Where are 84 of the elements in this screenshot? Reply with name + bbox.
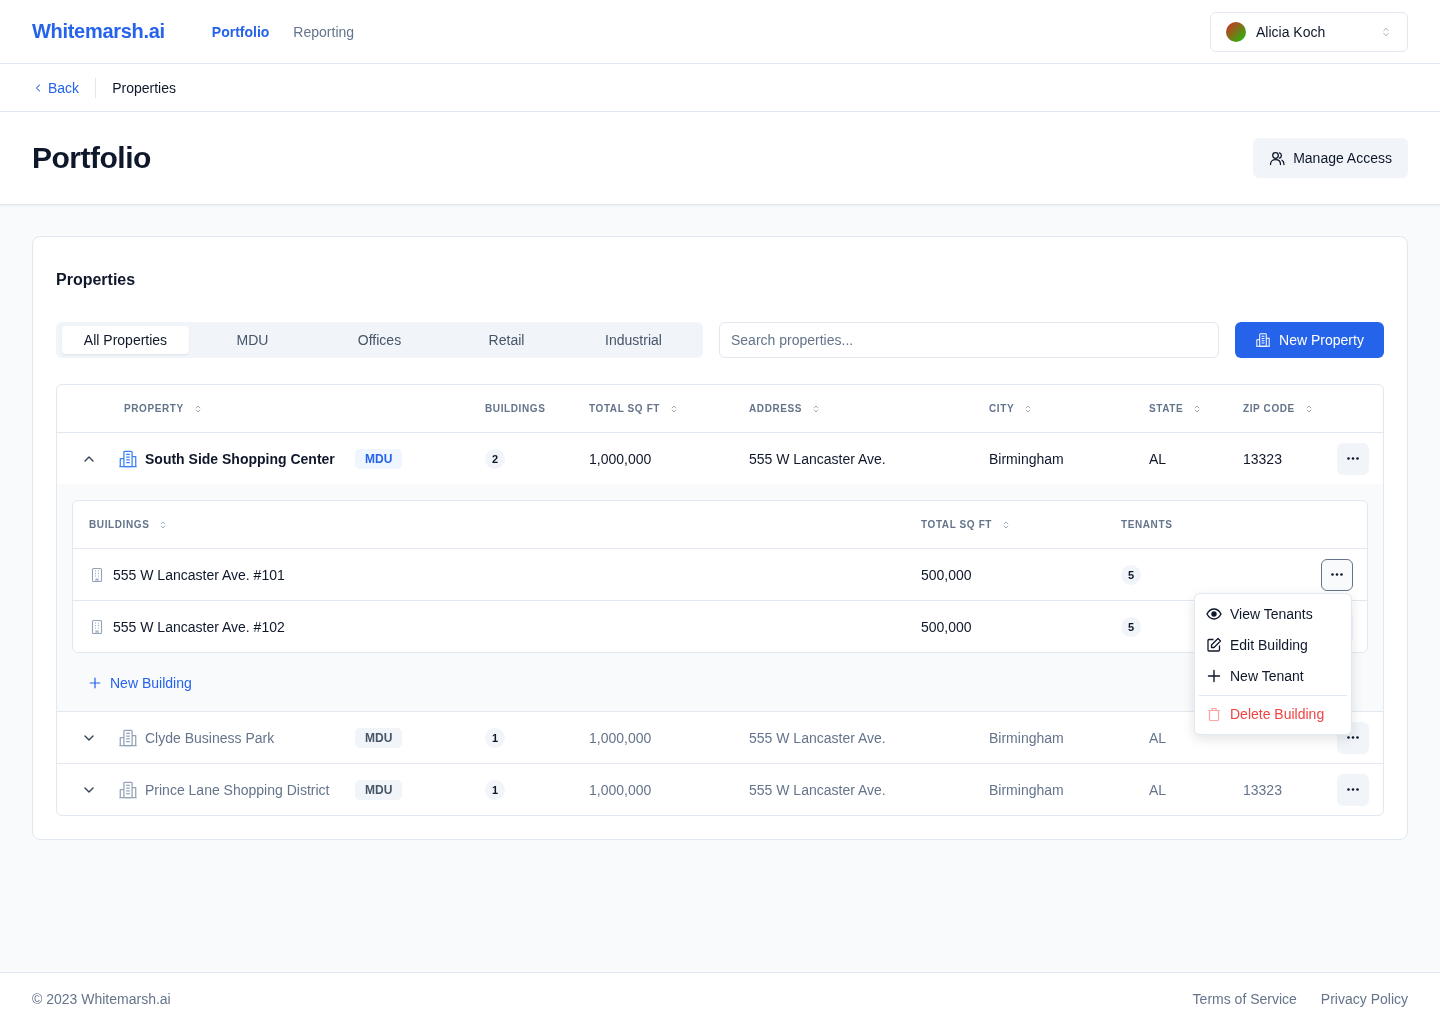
building-count: 2 (485, 448, 505, 469)
chevron-up-icon (84, 455, 94, 462)
table-cell-text: 555 W Lancaster Ave. (749, 450, 887, 467)
nav-link[interactable]: Portfolio (211, 23, 270, 40)
chevron-down-icon (84, 786, 94, 793)
column-label: ADDRESS (749, 403, 803, 414)
table-cell-text: 13323 (1243, 450, 1283, 467)
table-cell-text: 13323 (1243, 781, 1283, 798)
column-label: TOTAL SQ FT (921, 519, 993, 530)
column-label: TOTAL SQ FT (589, 403, 661, 414)
type-tag: MDU (355, 448, 403, 469)
table-cell-text: AL (1149, 729, 1168, 746)
eye-icon (1206, 605, 1222, 622)
table-cell-text: Birmingham (989, 450, 1065, 467)
tenant-count: 5 (1121, 564, 1141, 585)
search-field[interactable]: Search properties... (719, 322, 1219, 358)
filter-tab[interactable]: Retail (443, 326, 570, 354)
table-cell-text: 500,000 (921, 566, 973, 583)
property-name: Prince Lane Shopping District (145, 781, 331, 798)
building-icon (89, 618, 105, 635)
edit-icon (1206, 636, 1222, 653)
table-cell-text: Birmingham (989, 781, 1065, 798)
filter-tab[interactable]: All Properties (62, 326, 189, 354)
dots-icon (1347, 457, 1359, 460)
building-icon (118, 779, 138, 800)
table-cell-text: Birmingham (989, 729, 1065, 746)
chevron-updown-icon (1380, 25, 1392, 38)
table-cell-text: 555 W Lancaster Ave. (749, 729, 887, 746)
filter-tab[interactable]: Industrial (570, 326, 697, 354)
footer-link[interactable]: Privacy Policy (1320, 990, 1408, 1007)
type-tag: MDU (355, 779, 403, 800)
column-label: ZIP CODE (1243, 403, 1295, 414)
copyright-text: © 2023 Whitemarsh.ai (32, 990, 171, 1007)
table-cell-text: 1,000,000 (589, 729, 653, 746)
filter-tab[interactable]: Offices (316, 326, 443, 354)
menu-item[interactable]: View Tenants (1199, 598, 1347, 629)
trash-icon (1206, 705, 1222, 722)
table-cell-text: 1,000,000 (589, 781, 653, 798)
nav-link[interactable]: Reporting (293, 23, 355, 40)
tenant-count: 5 (1121, 616, 1141, 637)
back-link[interactable]: Back (32, 77, 97, 98)
menu-item[interactable]: Edit Building (1199, 629, 1347, 660)
column-label: CITY (989, 403, 1015, 414)
property-name: South Side Shopping Center (145, 450, 336, 467)
building-icon (118, 727, 138, 748)
brand-logo: Whitemarsh.ai (32, 20, 165, 43)
avatar-icon (1226, 21, 1246, 42)
manage-access-button[interactable]: Manage Access (1253, 138, 1408, 178)
building-icon (1255, 332, 1272, 348)
table-cell-text: 500,000 (921, 618, 973, 635)
column-label: BUILDINGS (485, 403, 546, 414)
filter-tab[interactable]: MDU (189, 326, 316, 354)
building-count: 1 (485, 727, 505, 748)
table-cell-text: AL (1149, 781, 1168, 798)
dots-icon (1347, 788, 1359, 791)
section-title: Properties (56, 270, 137, 290)
column-label: PROPERTY (124, 403, 184, 414)
chevron-down-icon (84, 734, 94, 741)
column-label: TENANTS (1121, 519, 1173, 530)
building-name: 555 W Lancaster Ave. #102 (113, 618, 285, 635)
footer-link[interactable]: Terms of Service (1192, 990, 1297, 1007)
table-cell-text: 555 W Lancaster Ave. (749, 781, 887, 798)
user-select[interactable]: Alicia Koch (1210, 11, 1408, 52)
property-name: Clyde Business Park (145, 729, 276, 746)
users-icon (1269, 150, 1286, 166)
more-button[interactable] (1321, 558, 1353, 591)
column-label: STATE (1149, 403, 1184, 414)
type-tag: MDU (355, 727, 403, 748)
table-cell-text: AL (1149, 450, 1168, 467)
plus-icon (88, 675, 102, 690)
new-building-button[interactable]: New Building (72, 653, 192, 712)
building-count: 1 (485, 779, 505, 800)
menu-item[interactable]: New Tenant (1199, 660, 1347, 691)
building-icon (89, 566, 105, 583)
dots-icon (1347, 736, 1359, 739)
building-icon (118, 448, 138, 469)
page-title: Portfolio (32, 141, 151, 175)
plus-icon (1206, 667, 1222, 684)
breadcrumb-current: Properties (112, 79, 176, 96)
table-cell-text: 1,000,000 (589, 450, 653, 467)
new-property-button[interactable]: New Property (1235, 322, 1384, 358)
dots-icon (1331, 573, 1343, 576)
building-name: 555 W Lancaster Ave. #101 (113, 566, 285, 583)
column-label: BUILDINGS (89, 519, 150, 530)
